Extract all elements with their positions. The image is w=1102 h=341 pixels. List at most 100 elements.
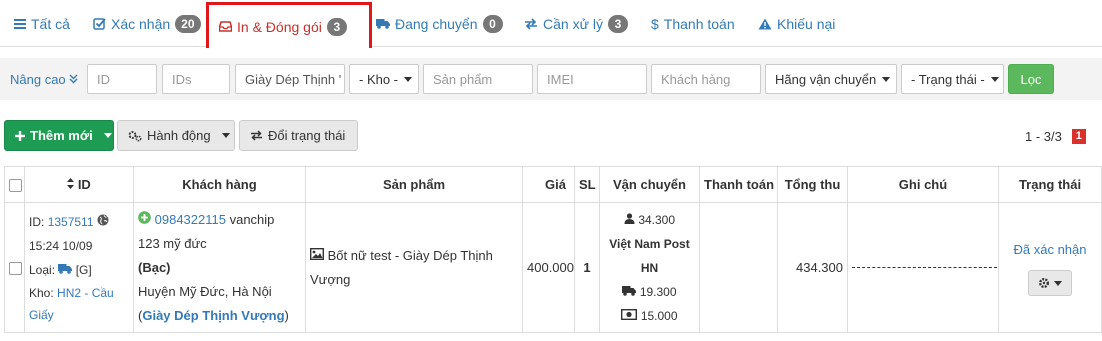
truck-icon xyxy=(58,263,73,274)
table-row: ID: 1357511 15:24 10/09 Loại: [G] Kho: H… xyxy=(4,202,1102,333)
warehouse-select-value: - Kho - xyxy=(359,71,399,87)
image-icon xyxy=(310,247,324,260)
chevron-down-icon xyxy=(990,76,999,82)
order-datetime: 15:24 10/09 xyxy=(29,238,93,253)
tab-all[interactable]: Tất cả xyxy=(14,0,70,47)
note-editable-line[interactable] xyxy=(852,267,997,268)
product-cell: Bốt nữ test - Giày Dép Thịnh Vượng xyxy=(305,202,523,333)
tab-shipping-label: Đang chuyển xyxy=(395,15,478,32)
tab-confirm-count-badge: 20 xyxy=(175,14,201,33)
id-column-header[interactable]: ID xyxy=(24,166,134,203)
shipping-cell: 34.300 Việt Nam Post HN 19.300 15.000 xyxy=(599,202,700,333)
chevron-down-icon xyxy=(221,133,230,138)
qty-cell: 1 xyxy=(574,202,600,333)
truck-icon xyxy=(622,285,637,296)
order-id-cell: ID: 1357511 15:24 10/09 Loại: [G] Kho: H… xyxy=(24,202,134,333)
total-column-header: Tổng thu xyxy=(777,166,848,203)
dollar-icon: $ xyxy=(651,15,659,32)
gears-icon xyxy=(128,130,142,142)
plus-icon xyxy=(15,130,25,141)
tab-need-action-count-badge: 3 xyxy=(607,14,628,33)
tab-all-label: Tất cả xyxy=(31,15,70,32)
change-status-label: Đổi trạng thái xyxy=(268,128,346,143)
chevron-down-icon xyxy=(882,76,891,82)
payment-column-header: Thanh toán xyxy=(699,166,778,203)
status-column-header: Trạng thái xyxy=(998,166,1102,203)
tab-shipping[interactable]: Đang chuyển 0 xyxy=(376,0,503,47)
user-icon xyxy=(624,212,635,224)
gear-icon xyxy=(1038,277,1050,289)
inbox-icon xyxy=(219,21,232,32)
exchange-icon xyxy=(524,17,538,30)
product-input[interactable]: Sản phẩm xyxy=(423,64,533,94)
customer-district: Huyện Mỹ Đức, Hà Nội xyxy=(138,283,272,299)
pagination-range: 1 - 3/3 xyxy=(1025,129,1062,144)
advanced-filter-toggle[interactable]: Nâng cao xyxy=(10,68,78,90)
product-name: Bốt nữ test - Giày Dép Thịnh Vượng xyxy=(310,247,493,287)
imei-input[interactable]: IMEI xyxy=(537,64,647,94)
plus-circle-icon[interactable] xyxy=(138,210,151,224)
actions-label: Hành động xyxy=(147,128,211,143)
tab-need-action[interactable]: Cần xử lý 3 xyxy=(524,0,628,47)
warehouse-select[interactable]: - Kho - xyxy=(349,64,419,94)
id-header-label: ID xyxy=(77,177,91,192)
tab-complaints-label: Khiếu nại xyxy=(777,15,836,32)
orders-table: ID Khách hàng Sản phẩm Giá SL Vận chuyển… xyxy=(4,166,1102,333)
status-select[interactable]: - Trạng thái - xyxy=(901,64,1004,94)
add-new-label: Thêm mới xyxy=(30,128,93,143)
row-settings-dropdown[interactable] xyxy=(1028,270,1072,296)
sort-icon xyxy=(67,178,75,189)
check-square-icon xyxy=(93,17,106,30)
tab-print-pack-count-badge: 3 xyxy=(326,17,347,36)
change-status-button[interactable]: Đổi trạng thái xyxy=(239,120,358,151)
select-all-checkbox[interactable] xyxy=(9,179,22,193)
product-column-header: Sản phẩm xyxy=(305,166,523,203)
customer-ship-fee: 34.300 xyxy=(638,212,676,227)
row-select-cell xyxy=(4,202,25,333)
tab-confirm[interactable]: Xác nhận 20 xyxy=(93,0,201,47)
type-value: [G] xyxy=(75,262,92,277)
customer-name: vanchip xyxy=(229,211,275,227)
chevron-down-icon xyxy=(1054,280,1062,286)
tab-complaints[interactable]: Khiếu nại xyxy=(758,0,835,47)
exchange-icon xyxy=(250,130,263,141)
note-cell[interactable] xyxy=(847,202,999,333)
id-input-placeholder: ID xyxy=(97,71,110,87)
shipping-column-header: Vận chuyển xyxy=(599,166,700,203)
table-header-row: ID Khách hàng Sản phẩm Giá SL Vận chuyển… xyxy=(4,166,1102,203)
qty-column-header: SL xyxy=(574,166,600,203)
status-cell: Đã xác nhận xyxy=(998,202,1102,333)
money-icon xyxy=(621,308,638,320)
price-cell: 400.000 xyxy=(522,202,575,333)
advanced-filter-label: Nâng cao xyxy=(10,71,66,87)
customer-phone-link[interactable]: 0984322115 xyxy=(155,212,226,227)
customer-input[interactable]: Khách hàng xyxy=(651,64,761,94)
shop-input[interactable]: Giày Dép Thịnh ' xyxy=(235,64,345,94)
add-new-button[interactable]: Thêm mới xyxy=(4,120,114,151)
order-id-link[interactable]: 1357511 xyxy=(48,215,94,229)
carrier-select[interactable]: Hãng vận chuyển xyxy=(765,64,897,94)
payment-cell xyxy=(699,202,778,333)
ids-input[interactable]: IDs xyxy=(162,64,230,94)
shop-link[interactable]: Giày Dép Thịnh Vượng xyxy=(142,308,284,323)
tab-print-pack[interactable]: In & Đóng gói 3 xyxy=(206,2,372,48)
status-link[interactable]: Đã xác nhận xyxy=(1003,238,1097,262)
cod-fee: 15.000 xyxy=(640,308,678,323)
actions-dropdown-button[interactable]: Hành động xyxy=(117,120,235,151)
price-column-header: Giá xyxy=(522,166,575,203)
customer-input-placeholder: Khách hàng xyxy=(661,71,731,87)
row-checkbox[interactable] xyxy=(9,261,22,275)
filter-button[interactable]: Lọc xyxy=(1008,64,1054,94)
ids-input-placeholder: IDs xyxy=(172,71,192,87)
tab-payment-label: Thanh toán xyxy=(663,15,735,32)
imei-input-placeholder: IMEI xyxy=(547,71,574,87)
customer-cell: 0984322115 vanchip 123 mỹ đức (Bạc) Huyệ… xyxy=(133,202,306,333)
tab-print-pack-label: In & Đóng gói xyxy=(237,18,322,35)
tab-payment[interactable]: $ Thanh toán xyxy=(651,0,735,47)
id-label: ID: xyxy=(29,214,45,229)
page-number-button[interactable]: 1 xyxy=(1071,129,1086,144)
product-input-placeholder: Sản phẩm xyxy=(433,71,493,87)
id-input[interactable]: ID xyxy=(87,64,157,94)
warning-icon xyxy=(758,18,772,30)
double-chevron-down-icon xyxy=(69,74,78,84)
